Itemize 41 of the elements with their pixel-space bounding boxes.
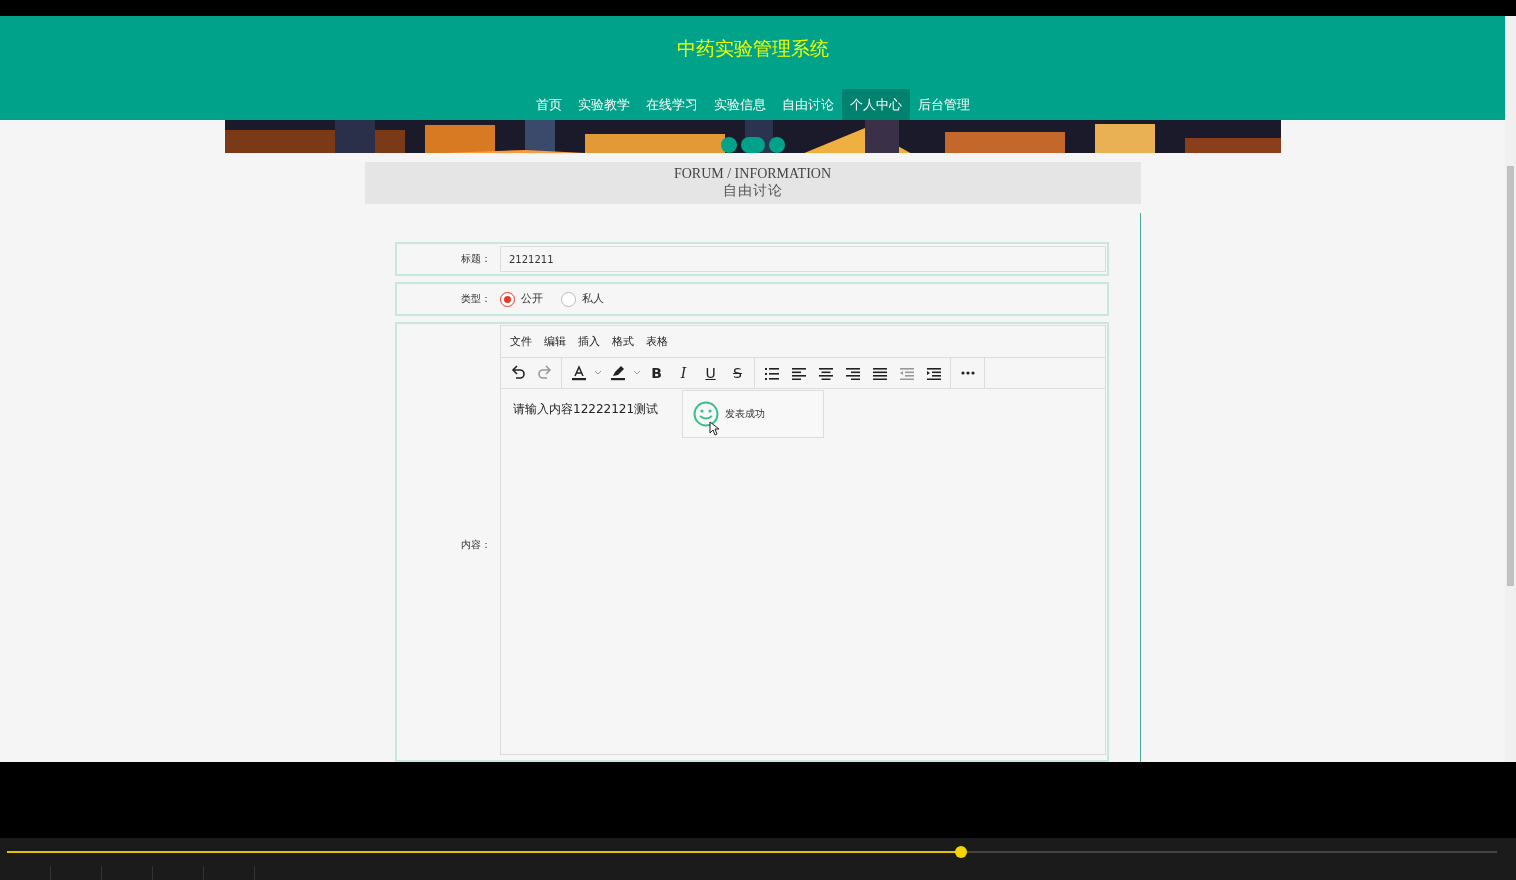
caret-icon: [633, 370, 641, 376]
menu-item[interactable]: 编辑: [544, 334, 566, 349]
editor-text: 请输入内容12222121测试: [513, 401, 659, 418]
outdent-icon: [899, 366, 914, 380]
caret-icon: [594, 370, 602, 376]
radio-option[interactable]: 公开: [500, 291, 543, 307]
menu-item[interactable]: 文件: [510, 334, 532, 349]
radio-button[interactable]: [561, 291, 576, 307]
menu-item[interactable]: 插入: [578, 334, 600, 349]
field-label: 类型：: [460, 292, 491, 306]
strike-button[interactable]: S: [725, 362, 750, 384]
heading-chinese: 自由讨论: [722, 182, 783, 201]
radio-button[interactable]: [500, 291, 515, 307]
menu-item[interactable]: 格式: [612, 334, 634, 349]
field-label: 标题：: [460, 252, 491, 266]
scrollbar[interactable]: [1505, 16, 1516, 762]
align-right-icon: [845, 366, 860, 380]
align-left-icon: [791, 366, 806, 380]
bold-button[interactable]: B: [644, 362, 669, 384]
site-title: 中药实验管理系统: [676, 36, 829, 58]
smiley-icon: [693, 401, 719, 427]
radio-label: 公开: [521, 292, 543, 306]
indent-icon: [926, 366, 941, 380]
highlight-icon: [609, 365, 626, 381]
justify-icon: [872, 366, 887, 380]
field-label: 内容：: [460, 537, 491, 552]
toast-message: 发表成功: [725, 407, 765, 421]
heading-english: FORUM / INFORMATION: [673, 166, 832, 183]
menu-item[interactable]: 表格: [646, 334, 668, 349]
italic-button[interactable]: I: [671, 362, 696, 384]
align-center-icon: [818, 366, 833, 380]
scrollbar-thumb[interactable]: [1507, 166, 1514, 586]
text-color-icon: [570, 365, 587, 381]
nav-link[interactable]: 个人中心: [841, 89, 910, 120]
underline-button[interactable]: U: [698, 362, 723, 384]
radio-option[interactable]: 私人: [561, 291, 604, 307]
title-input[interactable]: 2121211: [500, 246, 1106, 272]
redo-icon: [536, 365, 553, 381]
undo-icon: [509, 365, 526, 381]
radio-label: 私人: [582, 292, 604, 306]
list-icon: [763, 365, 780, 381]
